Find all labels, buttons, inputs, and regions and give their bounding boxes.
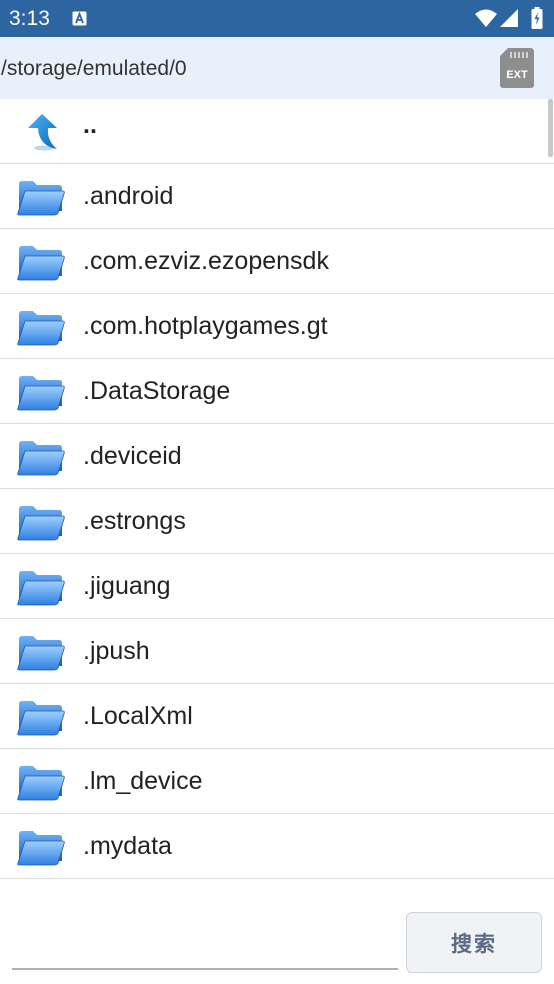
folder-icon bbox=[17, 181, 65, 216]
folder-row[interactable]: .deviceid bbox=[0, 424, 554, 489]
folder-name: .com.ezviz.ezopensdk bbox=[83, 247, 329, 275]
status-time: 3:13 bbox=[9, 7, 50, 30]
folder-icon bbox=[17, 441, 65, 476]
folder-icon bbox=[17, 311, 65, 346]
folder-icon bbox=[17, 831, 65, 866]
folder-icon bbox=[17, 376, 65, 411]
folder-name: .android bbox=[83, 182, 174, 210]
folder-row[interactable]: .estrongs bbox=[0, 489, 554, 554]
search-input[interactable] bbox=[12, 922, 398, 970]
folder-name: .DataStorage bbox=[83, 377, 231, 405]
parent-directory-label: .. bbox=[83, 111, 97, 139]
battery-icon bbox=[531, 7, 543, 29]
folder-icon bbox=[17, 246, 65, 281]
folder-icon bbox=[17, 701, 65, 736]
folder-name: .com.hotplaygames.gt bbox=[83, 312, 328, 340]
signal-icon bbox=[500, 9, 518, 27]
folder-icon bbox=[17, 766, 65, 801]
folder-name: .LocalXml bbox=[83, 702, 193, 730]
folder-row[interactable]: .LocalXml bbox=[0, 684, 554, 749]
folder-row[interactable]: .jiguang bbox=[0, 554, 554, 619]
folder-row[interactable]: .mydata bbox=[0, 814, 554, 879]
bottom-bar: 搜索 bbox=[0, 902, 554, 984]
folder-name: .jpush bbox=[83, 637, 150, 665]
folder-name: .mydata bbox=[83, 832, 172, 860]
folder-row[interactable]: .com.ezviz.ezopensdk bbox=[0, 229, 554, 294]
folder-row[interactable]: .com.hotplaygames.gt bbox=[0, 294, 554, 359]
a-notification-icon bbox=[72, 11, 87, 26]
path-bar: /storage/emulated/0 EXT bbox=[0, 37, 554, 99]
parent-directory-row[interactable]: .. bbox=[0, 99, 554, 164]
folder-icon bbox=[17, 636, 65, 671]
search-button[interactable]: 搜索 bbox=[406, 912, 542, 973]
folder-row[interactable]: .lm_device bbox=[0, 749, 554, 814]
folder-icon bbox=[17, 571, 65, 606]
ext-storage-button[interactable]: EXT bbox=[499, 47, 535, 89]
up-arrow-icon bbox=[28, 114, 57, 151]
wifi-icon bbox=[475, 9, 497, 27]
scrollbar[interactable] bbox=[548, 99, 553, 157]
folder-name: .deviceid bbox=[83, 442, 182, 470]
folder-name: .estrongs bbox=[83, 507, 186, 535]
file-list[interactable]: .. .android .com.ezviz.ezopensdk .com.hotp… bbox=[0, 99, 554, 902]
current-path: /storage/emulated/0 bbox=[1, 57, 187, 80]
folder-name: .jiguang bbox=[83, 572, 171, 600]
folder-icon bbox=[17, 506, 65, 541]
folder-row[interactable]: .android bbox=[0, 164, 554, 229]
folder-row[interactable]: .jpush bbox=[0, 619, 554, 684]
ext-label: EXT bbox=[506, 69, 528, 81]
folder-row[interactable]: .DataStorage bbox=[0, 359, 554, 424]
folder-name: .lm_device bbox=[83, 767, 203, 795]
status-bar: 3:13 bbox=[0, 0, 554, 37]
